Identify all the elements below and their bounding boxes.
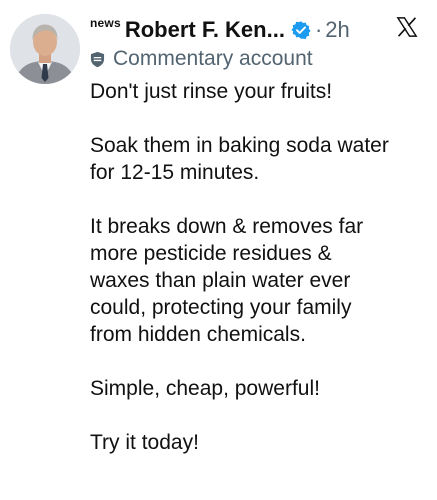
separator-dot: ·: [314, 17, 323, 42]
author-prefix: news: [90, 16, 121, 30]
account-label[interactable]: Commentary account: [90, 46, 313, 72]
tweet-paragraph: Simple, cheap, powerful!: [90, 377, 320, 400]
avatar[interactable]: [10, 14, 80, 84]
account-label-text: Commentary account: [113, 47, 313, 70]
verified-badge-icon: [291, 21, 311, 40]
tweet-paragraph: It breaks down & removes far more pestic…: [90, 215, 364, 346]
avatar-photo: [10, 14, 80, 84]
tweet-paragraph: Don't just rinse your fruits!: [90, 80, 333, 103]
x-logo-icon: [396, 17, 418, 37]
tweet-paragraph: Try it today!: [90, 431, 199, 454]
tweet-text: Don't just rinse your fruits! Soak them …: [90, 78, 430, 456]
tweet-paragraph: Soak them in baking soda water for 12-15…: [90, 134, 389, 184]
tweet-header: news Robert F. Ken... · 2h: [90, 14, 430, 46]
post-time[interactable]: 2h: [325, 17, 349, 43]
shield-icon: [90, 51, 105, 67]
author-name[interactable]: Robert F. Ken...: [125, 17, 285, 43]
